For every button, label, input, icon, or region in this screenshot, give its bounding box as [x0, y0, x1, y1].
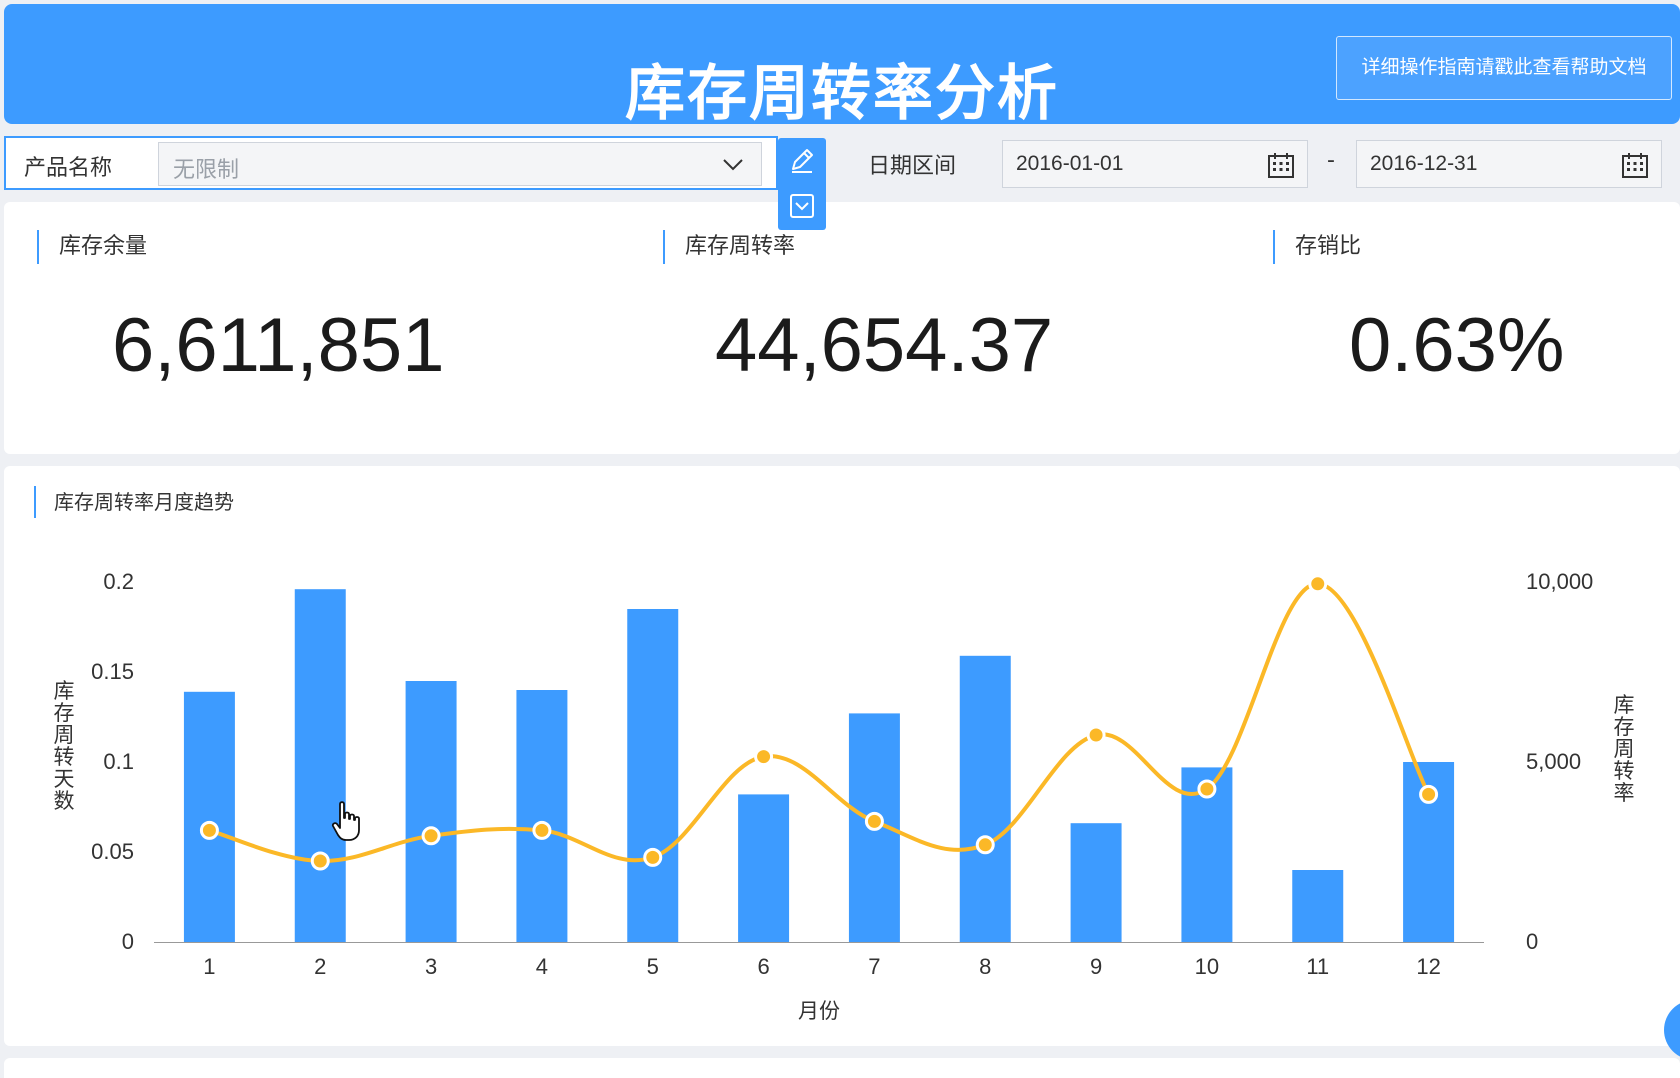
x-tick-label: 5	[647, 954, 659, 979]
x-tick-label: 9	[1090, 954, 1102, 979]
help-doc-button[interactable]: 详细操作指南请戳此查看帮助文档	[1336, 36, 1672, 100]
kpi-value: 0.63%	[1349, 303, 1565, 388]
bar	[627, 609, 679, 942]
x-tick-label: 2	[314, 954, 326, 979]
x-axis-label: 月份	[798, 999, 840, 1023]
pencil-icon[interactable]	[788, 146, 816, 174]
bar	[405, 681, 457, 942]
kpi-label: 存销比	[1273, 230, 1361, 264]
kpi-inventory-balance: 库存余量 6,611,851	[37, 202, 597, 454]
kpi-stock-sales-ratio: 存销比 0.63%	[1273, 202, 1673, 454]
next-panel-edge	[4, 1058, 1680, 1078]
y-left-tick-label: 0.1	[103, 749, 134, 774]
kpi-label: 库存周转率	[663, 230, 795, 264]
y-right-axis-label: 存	[1614, 715, 1635, 739]
x-tick-label: 4	[536, 954, 548, 979]
y-right-axis-label: 转	[1614, 759, 1635, 783]
y-left-tick-label: 0.15	[91, 659, 134, 684]
y-left-axis-label: 数	[54, 789, 75, 813]
y-right-axis-label: 周	[1614, 737, 1635, 761]
line-point	[1308, 574, 1328, 594]
date-range-label: 日期区间	[868, 154, 957, 179]
bar	[516, 690, 568, 942]
chevron-down-icon	[723, 159, 743, 171]
y-left-axis-label: 转	[54, 745, 75, 769]
bar	[294, 589, 346, 942]
kpi-value: 6,611,851	[112, 303, 445, 388]
y-left-axis-label: 天	[54, 767, 75, 791]
calendar-icon[interactable]	[1267, 151, 1295, 179]
line-point	[1197, 779, 1217, 799]
y-left-tick-label: 0	[122, 929, 134, 954]
line-point	[1419, 784, 1439, 804]
filter-bar: 产品名称 无限制 日期区间 2016-01-01 - 2016-12-31	[0, 134, 1680, 230]
header-banner: 库存周转率分析 详细操作指南请戳此查看帮助文档	[4, 4, 1680, 129]
x-tick-label: 8	[979, 954, 991, 979]
start-date-value: 2016-01-01	[1016, 152, 1124, 175]
kpi-value: 44,654.37	[715, 303, 1054, 388]
y-right-tick-label: 5,000	[1526, 749, 1581, 774]
product-filter-label: 产品名称	[24, 156, 113, 181]
line-point	[310, 851, 330, 871]
x-tick-label: 11	[1306, 954, 1329, 979]
y-right-tick-label: 0	[1526, 929, 1538, 954]
product-filter: 产品名称 无限制	[4, 136, 778, 190]
start-date-input[interactable]: 2016-01-01	[1002, 140, 1308, 188]
turnover-trend-chart: 00.050.10.150.205,00010,000库存周转天数库存周转率1 2…	[54, 569, 1635, 1023]
x-tick-label: 7	[868, 954, 880, 979]
y-right-tick-label: 10,000	[1526, 569, 1593, 594]
kpi-turnover-rate: 库存周转率 44,654.37	[663, 202, 1223, 454]
line-point	[975, 835, 995, 855]
bar	[959, 655, 1011, 942]
line-point	[199, 820, 219, 840]
line-point	[643, 847, 663, 867]
line-point	[754, 747, 774, 767]
end-date-value: 2016-12-31	[1370, 152, 1478, 175]
product-select-value: 无限制	[173, 158, 240, 183]
kpi-panel: 库存余量 6,611,851 库存周转率 44,654.37 存销比 0.63%	[4, 202, 1680, 454]
y-left-axis-label: 库	[54, 679, 75, 703]
x-tick-label: 1	[203, 954, 215, 979]
y-left-axis-label: 周	[54, 723, 75, 747]
bar	[183, 691, 235, 942]
bar	[1070, 823, 1122, 942]
y-right-axis-label: 库	[1614, 693, 1635, 717]
bar	[738, 794, 790, 942]
bar	[1292, 870, 1344, 942]
line-point	[532, 820, 552, 840]
line-point	[421, 826, 441, 846]
end-date-input[interactable]: 2016-12-31	[1356, 140, 1662, 188]
x-tick-label: 12	[1416, 954, 1440, 979]
date-separator: -	[1327, 148, 1335, 173]
calendar-icon[interactable]	[1621, 151, 1649, 179]
x-tick-label: 10	[1195, 954, 1219, 979]
collapse-icon[interactable]	[788, 192, 816, 220]
line-point	[864, 811, 884, 831]
x-tick-label: 3	[425, 954, 437, 979]
product-select[interactable]: 无限制	[158, 142, 762, 186]
hand-cursor-icon	[331, 801, 360, 841]
y-left-tick-label: 0.2	[103, 569, 134, 594]
line-point	[1086, 725, 1106, 745]
turnover-line	[208, 581, 1431, 864]
kpi-label: 库存余量	[37, 230, 147, 264]
x-tick-label: 6	[757, 954, 769, 979]
y-left-tick-label: 0.05	[91, 839, 134, 864]
y-left-axis-label: 存	[54, 701, 75, 725]
chart-panel: 库存周转率月度趋势 0 0.05 0.1 0.15 0.2 0 5,000 10,000 库存周…	[4, 466, 1680, 1046]
edit-toolbar	[778, 138, 826, 230]
y-right-axis-label: 率	[1614, 781, 1635, 805]
